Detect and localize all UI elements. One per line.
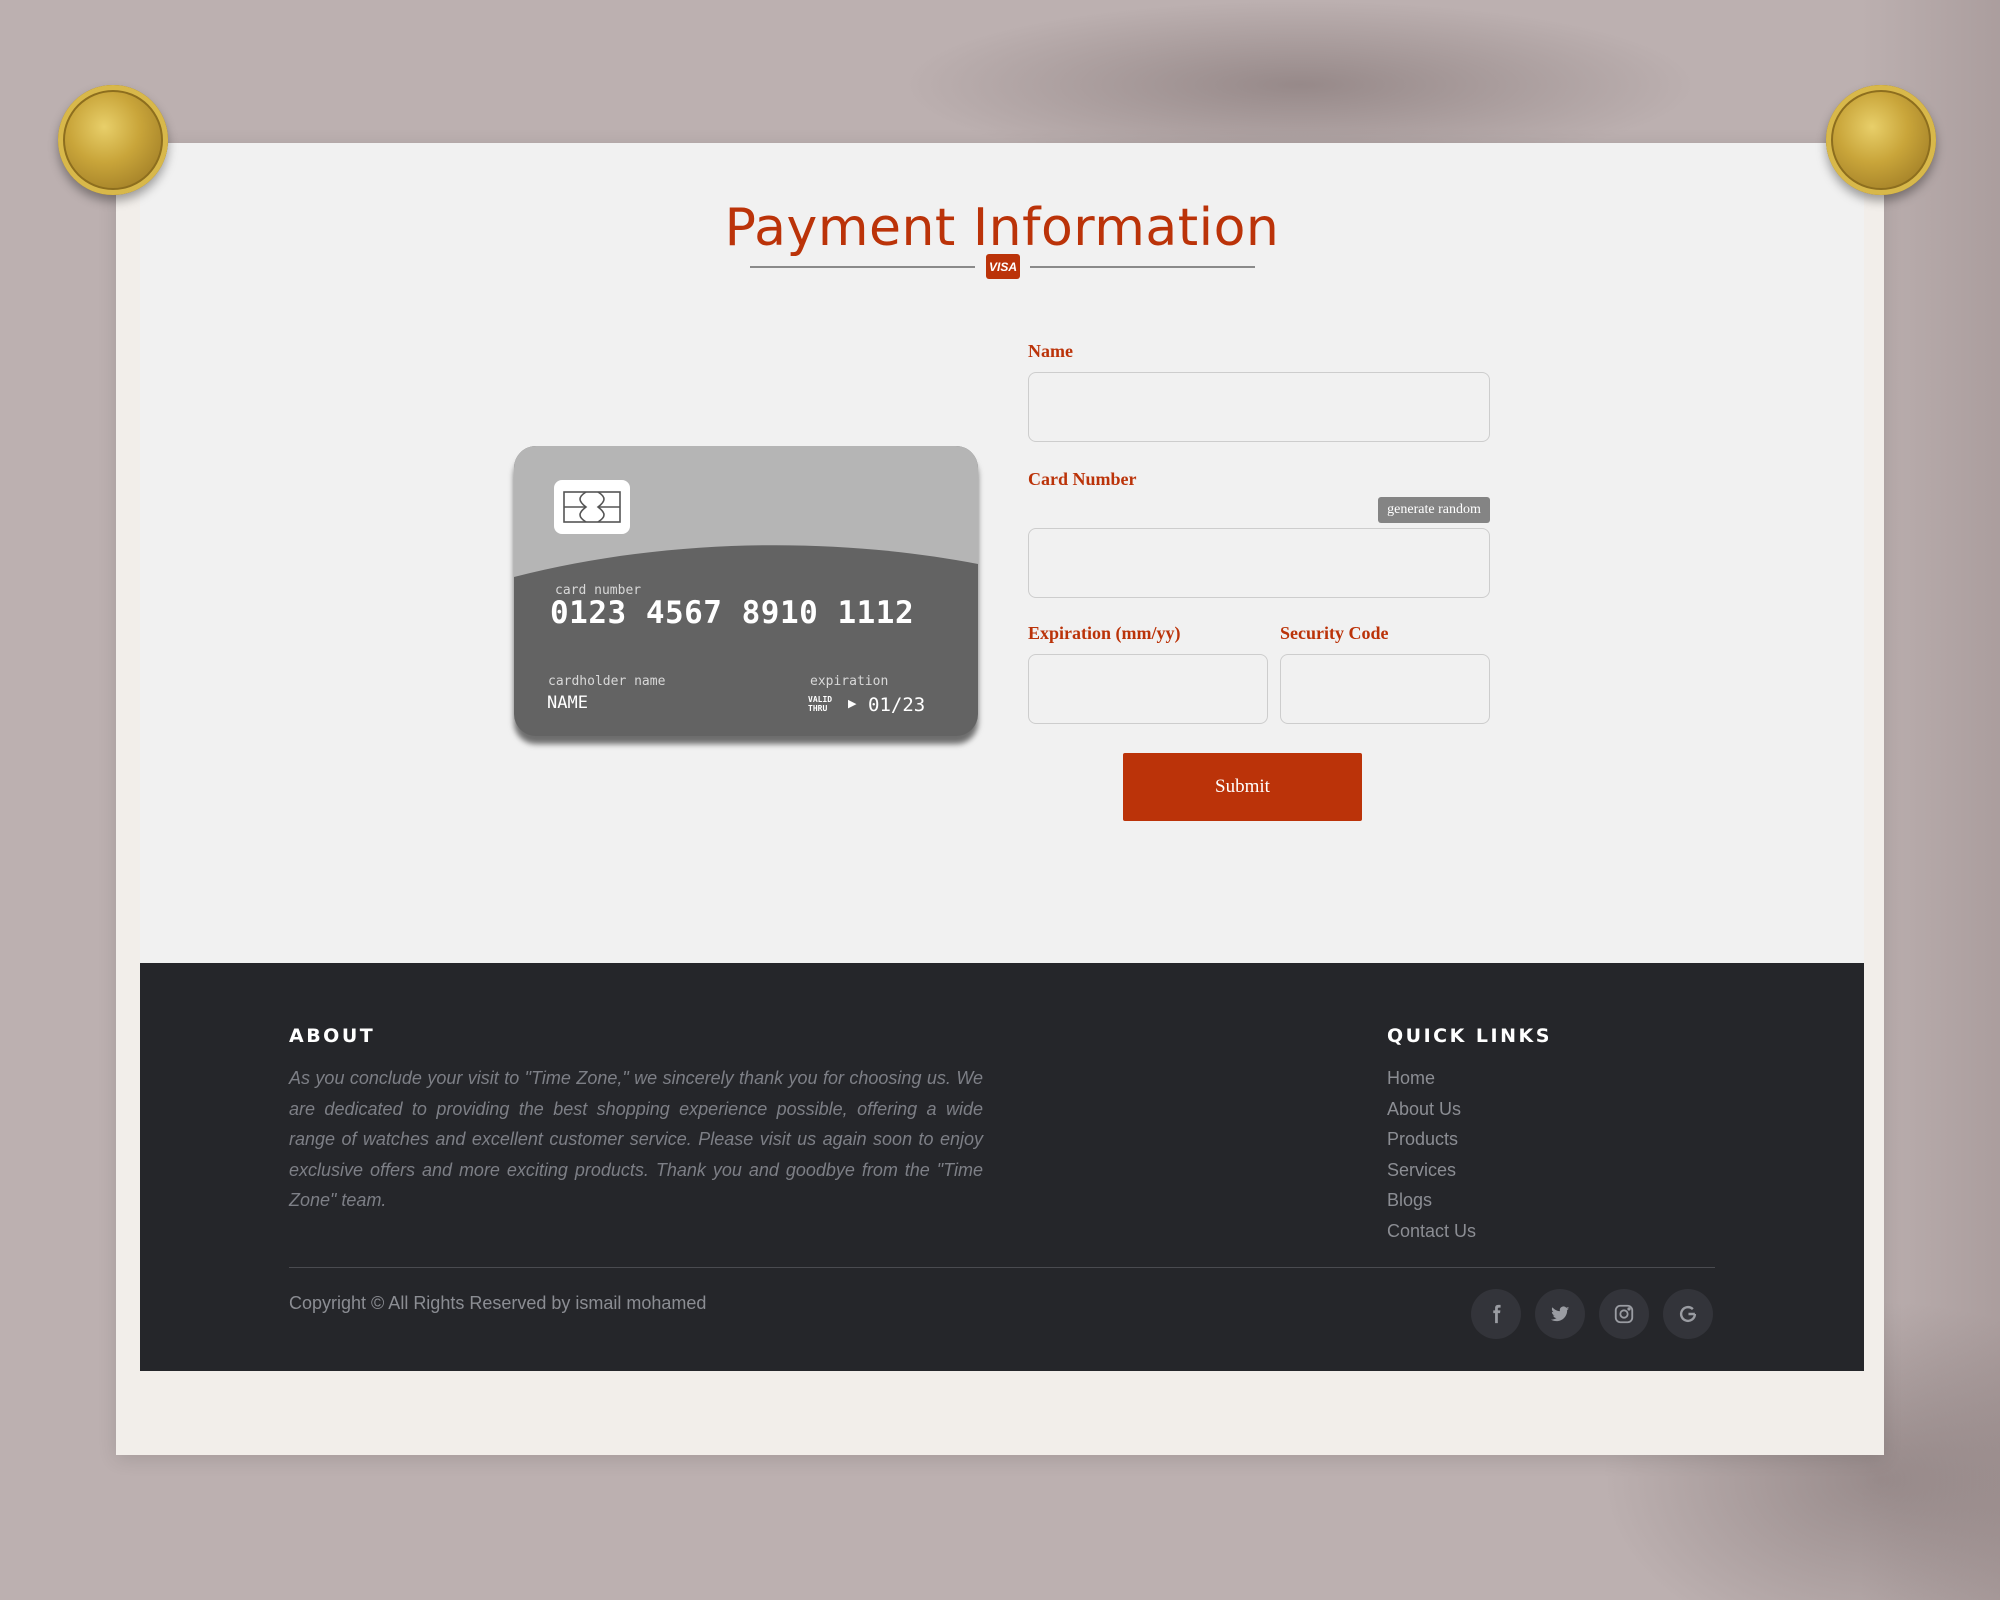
about-text: As you conclude your visit to "Time Zone… [289,1068,983,1211]
expiration-display: 01/23 [868,694,926,716]
footer-link-products[interactable]: Products [1387,1124,1476,1155]
name-label: Name [1028,341,1073,361]
quick-links-heading: QUICK LINKS [1387,1025,1552,1047]
footer-link-home[interactable]: Home [1387,1063,1476,1094]
card-number-input[interactable] [1028,528,1490,598]
twitter-icon[interactable] [1535,1289,1585,1339]
expiration-caption: expiration [810,674,889,689]
card-chip-icon [554,480,630,534]
title-divider [1030,266,1255,268]
gold-pin-left [58,85,168,195]
name-input[interactable] [1028,372,1490,442]
page-title: Payment Information [724,198,1280,258]
footer-link-about-us[interactable]: About Us [1387,1094,1476,1125]
footer-link-blogs[interactable]: Blogs [1387,1185,1476,1216]
quick-links-list: Home About Us Products Services Blogs Co… [1387,1063,1476,1247]
google-icon[interactable] [1663,1289,1713,1339]
footer: ABOUT As you conclude your visit to "Tim… [140,963,1864,1371]
facebook-icon[interactable] [1471,1289,1521,1339]
visa-badge: VISA [986,254,1020,279]
generate-random-button[interactable]: generate random [1378,497,1490,523]
title-divider [750,266,975,268]
valid-thru-label: VALID THRU [808,695,833,713]
security-code-input[interactable] [1280,654,1490,724]
footer-link-services[interactable]: Services [1387,1155,1476,1186]
card-number-display: 0123 4567 8910 1112 [550,595,915,631]
gold-pin-right [1826,85,1936,195]
footer-divider [289,1267,1715,1268]
expiration-input[interactable] [1028,654,1268,724]
footer-link-contact-us[interactable]: Contact Us [1387,1216,1476,1247]
about-heading: ABOUT [289,1025,376,1047]
card-number-label: Card Number [1028,469,1137,489]
submit-button[interactable]: Submit [1123,753,1362,821]
card-preview: card number 0123 4567 8910 1112 cardhold… [514,446,978,736]
valid-thru-arrow-icon: ▶ [848,698,857,710]
instagram-icon[interactable] [1599,1289,1649,1339]
cardholder-caption: cardholder name [548,674,666,689]
copyright-text: Copyright © All Rights Reserved by ismai… [289,1293,707,1313]
payment-page: Payment Information VISA card number 012… [140,143,1864,1371]
security-code-label: Security Code [1280,623,1389,643]
expiration-label: Expiration (mm/yy) [1028,623,1181,643]
cardholder-name-display: NAME [547,693,588,713]
